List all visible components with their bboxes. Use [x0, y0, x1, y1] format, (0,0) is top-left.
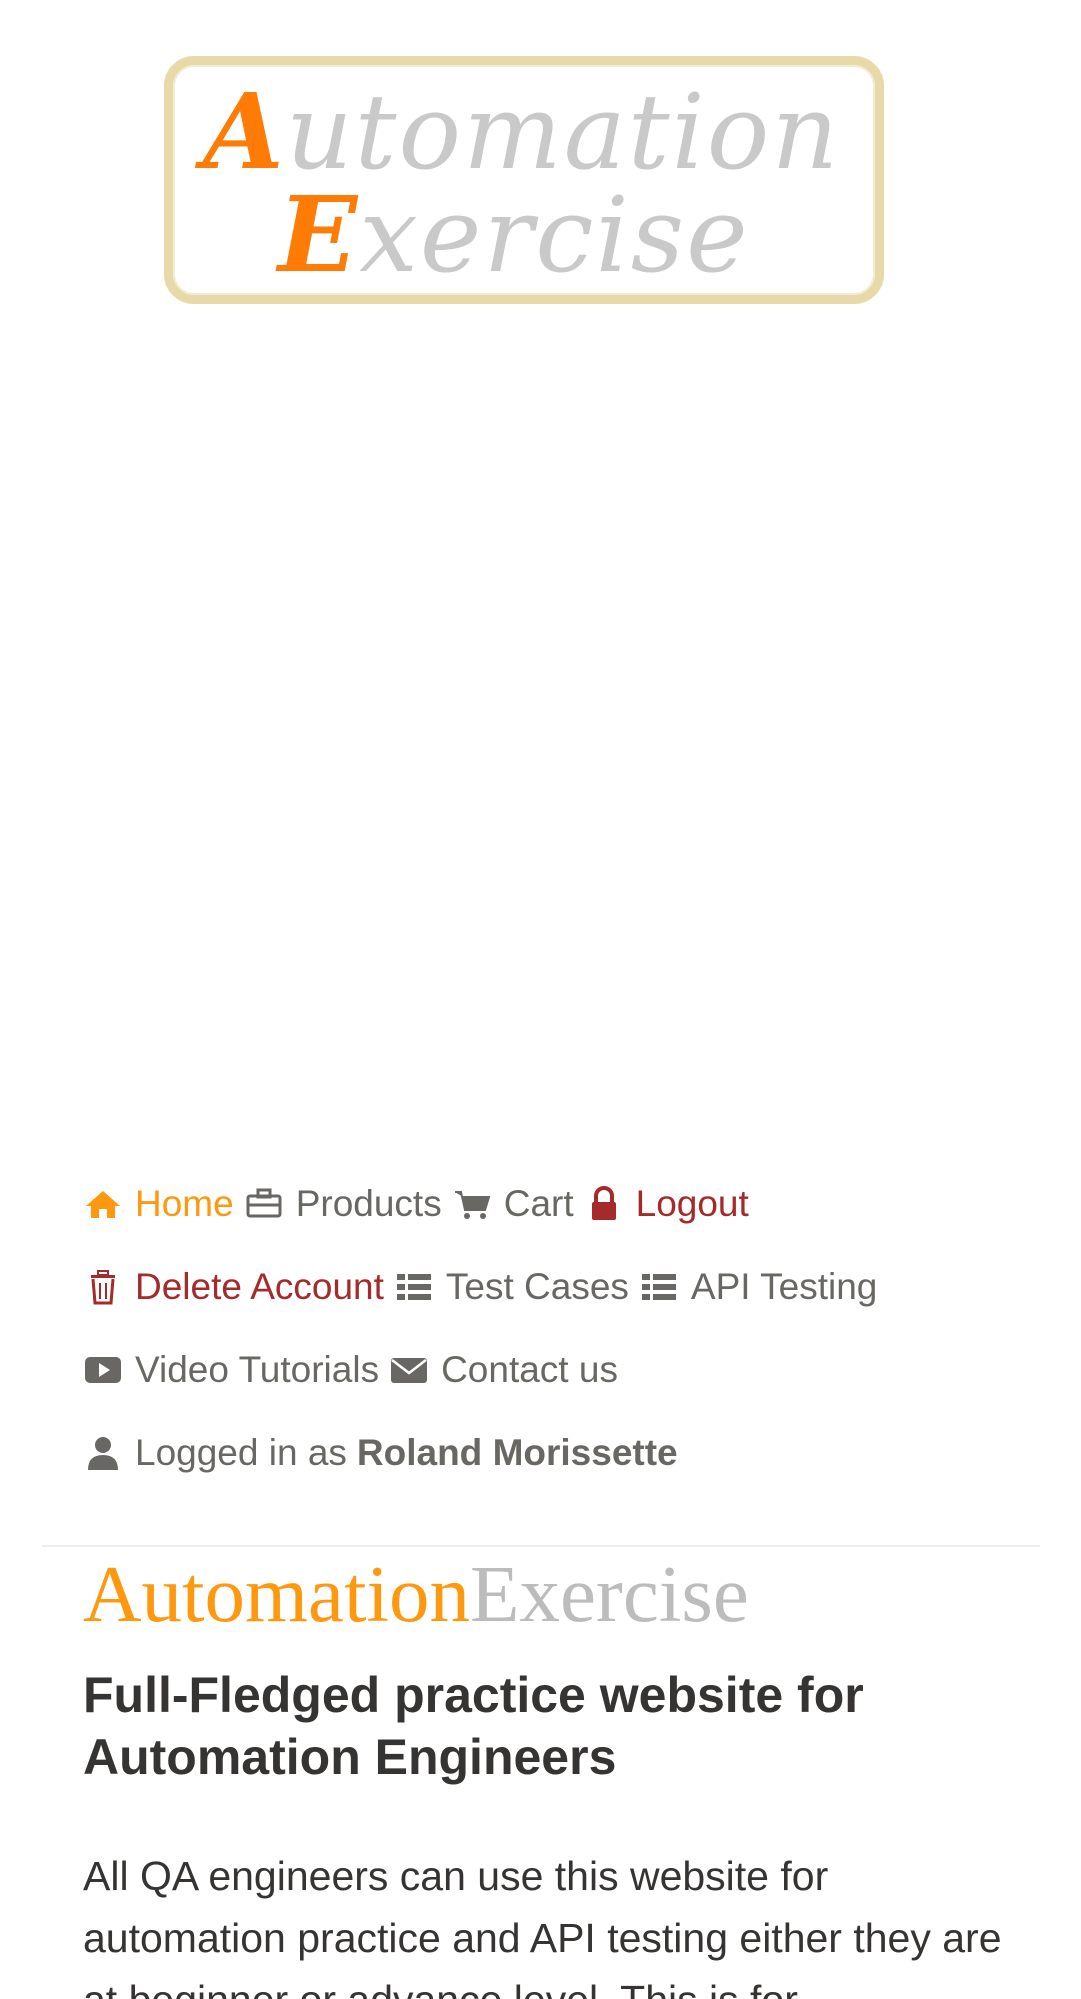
hero-heading: Full-Fledged practice website for Automa… — [83, 1667, 864, 1785]
nav-logout[interactable]: Logout — [584, 1183, 749, 1225]
nav-row-1: Home Products Cart Logout — [83, 1162, 1043, 1245]
nav-logout-label: Logout — [635, 1182, 749, 1224]
list-icon — [641, 1273, 676, 1300]
page: Automation Exercise Home Products Cart L… — [0, 0, 1081, 1999]
nav-cart[interactable]: Cart — [452, 1183, 574, 1225]
lock-icon — [591, 1185, 616, 1220]
cart-icon — [454, 1190, 491, 1219]
nav-products-label: Products — [295, 1182, 442, 1224]
home-icon — [86, 1190, 120, 1218]
list-icon — [396, 1273, 431, 1300]
main-nav: Home Products Cart Logout Delete Account… — [83, 1162, 1043, 1494]
nav-home[interactable]: Home — [83, 1183, 234, 1225]
nav-test-cases[interactable]: Test Cases — [394, 1266, 629, 1308]
nav-row-2: Delete Account Test Cases API Testing — [83, 1245, 1043, 1328]
nav-test-cases-label: Test Cases — [445, 1265, 629, 1307]
nav-row-4: Logged in as Roland Morissette — [83, 1411, 1043, 1494]
hero-brand-part-2: Exercise — [469, 1549, 749, 1639]
logged-in-status: Logged in as Roland Morissette — [83, 1432, 678, 1474]
nav-home-label: Home — [135, 1182, 234, 1224]
hero-brand: AutomationExercise — [83, 1548, 749, 1641]
nav-api-testing[interactable]: API Testing — [639, 1266, 877, 1308]
envelope-icon — [391, 1357, 428, 1383]
logged-in-prefix: Logged in as — [135, 1431, 347, 1473]
hero-brand-part-1: Automation — [83, 1549, 470, 1639]
logo-line-2: Exercise — [278, 173, 750, 296]
nav-contact-us[interactable]: Contact us — [389, 1349, 618, 1391]
play-icon — [85, 1356, 121, 1383]
logged-in-username: Roland Morissette — [356, 1431, 678, 1473]
briefcase-icon — [246, 1188, 282, 1217]
nav-cart-label: Cart — [503, 1182, 574, 1224]
nav-api-testing-label: API Testing — [690, 1265, 878, 1307]
nav-video-tutorials[interactable]: Video Tutorials — [83, 1349, 379, 1391]
site-logo[interactable]: Automation Exercise — [164, 56, 884, 304]
header-divider — [42, 1545, 1040, 1547]
trash-icon — [91, 1269, 115, 1304]
nav-delete-account-label: Delete Account — [135, 1265, 384, 1307]
nav-contact-us-label: Contact us — [441, 1348, 618, 1390]
nav-products[interactable]: Products — [244, 1183, 442, 1225]
nav-video-tutorials-label: Video Tutorials — [135, 1348, 380, 1390]
nav-delete-account[interactable]: Delete Account — [83, 1266, 384, 1308]
user-icon — [88, 1436, 118, 1470]
hero-description: All QA engineers can use this website fo… — [83, 1853, 1002, 1999]
nav-row-3: Video Tutorials Contact us — [83, 1328, 1043, 1411]
